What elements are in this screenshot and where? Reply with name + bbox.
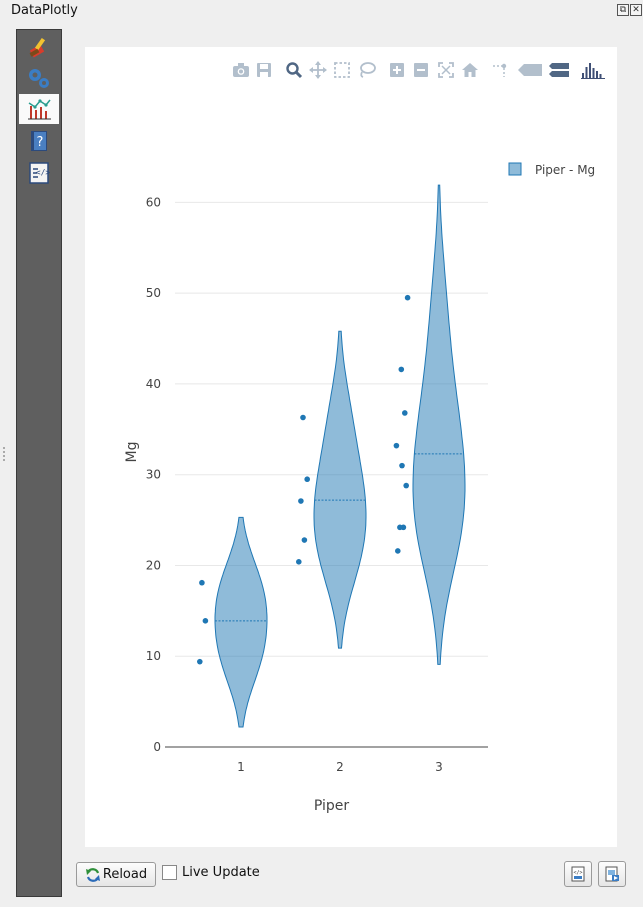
home-icon[interactable] <box>461 61 479 79</box>
export-image-icon <box>605 866 619 882</box>
data-point[interactable] <box>202 618 209 624</box>
lasso-icon[interactable] <box>358 61 376 79</box>
live-update-toggle[interactable]: Live Update <box>162 865 260 880</box>
svg-text:</>: </> <box>573 870 582 876</box>
live-update-label: Live Update <box>182 865 260 880</box>
reload-icon <box>85 867 100 882</box>
window-title: DataPlotly <box>11 3 78 18</box>
help-book-icon: ? <box>31 131 47 151</box>
legend-swatch <box>508 162 522 176</box>
y-tick-label: 10 <box>146 649 161 663</box>
bottom-toolbar: Reload Live Update </> <box>0 855 643 895</box>
sidebar-item-plot[interactable] <box>19 94 59 124</box>
resize-handle[interactable] <box>3 447 7 461</box>
code-icon: </> <box>29 162 51 184</box>
data-point[interactable] <box>398 366 405 373</box>
violin-body[interactable] <box>313 330 367 649</box>
export-html-button[interactable]: </> <box>564 861 592 887</box>
svg-text:</>: </> <box>36 168 51 177</box>
data-point[interactable] <box>197 658 203 665</box>
export-image-button[interactable] <box>598 861 626 887</box>
zoom-icon[interactable] <box>285 61 303 79</box>
y-tick-label: 50 <box>146 286 161 300</box>
close-icon[interactable]: ✕ <box>630 4 642 16</box>
y-tick-label: 30 <box>146 468 161 482</box>
zoom-out-icon[interactable] <box>412 61 430 79</box>
legend-entry[interactable]: Piper - Mg <box>535 163 595 177</box>
box-select-icon[interactable] <box>333 61 351 79</box>
sidebar-item-properties[interactable] <box>19 32 59 62</box>
data-point[interactable] <box>393 442 400 449</box>
autoscale-icon[interactable] <box>437 61 455 79</box>
sidebar-item-settings[interactable] <box>19 63 59 93</box>
data-point[interactable] <box>399 462 405 469</box>
modebar <box>85 47 617 87</box>
hover-compare-icon[interactable] <box>548 61 570 79</box>
data-point[interactable] <box>300 414 306 421</box>
chart-icon <box>28 99 51 120</box>
x-tick-label: 3 <box>435 760 443 774</box>
data-point[interactable] <box>402 410 408 416</box>
plotly-logo-icon[interactable] <box>581 61 605 79</box>
hover-closest-icon[interactable] <box>517 61 543 79</box>
brush-icon <box>29 37 46 58</box>
pan-icon[interactable] <box>309 61 327 79</box>
reload-button[interactable]: Reload <box>76 862 156 887</box>
camera-icon[interactable] <box>232 61 250 79</box>
violin-body[interactable] <box>214 516 268 728</box>
y-tick-label: 60 <box>146 195 161 209</box>
y-tick-label: 40 <box>146 377 161 391</box>
zoom-in-icon[interactable] <box>388 61 406 79</box>
sidebar: ? </> <box>16 29 62 897</box>
save-icon[interactable] <box>255 61 273 79</box>
y-tick-label: 20 <box>146 558 161 572</box>
gears-icon <box>29 69 49 88</box>
data-point[interactable] <box>301 537 308 543</box>
data-point[interactable] <box>397 524 403 531</box>
plot-panel: 0 10 20 30 40 50 60 1 2 3 Piper Mg Piper - Mg <box>85 47 617 847</box>
data-point[interactable] <box>404 294 411 301</box>
data-point[interactable] <box>395 548 401 554</box>
data-point[interactable] <box>298 498 304 504</box>
data-point[interactable] <box>199 579 205 586</box>
data-point[interactable] <box>296 559 302 565</box>
data-point[interactable] <box>304 476 310 483</box>
sidebar-item-help[interactable]: ? <box>19 126 59 156</box>
y-tick-label: 0 <box>153 740 161 754</box>
svg-text:?: ? <box>37 135 44 150</box>
dock-titlebar: DataPlotly ⧉ ✕ <box>0 0 643 24</box>
x-axis-title: Piper <box>314 798 350 814</box>
reload-label: Reload <box>102 867 148 882</box>
export-html-icon: </> <box>571 866 585 882</box>
spike-icon[interactable] <box>491 61 509 79</box>
sidebar-item-code[interactable]: </> <box>19 158 59 188</box>
data-point[interactable] <box>403 482 410 489</box>
x-tick-label: 1 <box>237 760 245 774</box>
violin-chart: 0 10 20 30 40 50 60 1 2 3 Piper Mg Piper - Mg <box>124 162 595 814</box>
violin-body[interactable] <box>412 184 466 665</box>
float-icon[interactable]: ⧉ <box>617 4 629 16</box>
x-tick-label: 2 <box>336 760 344 774</box>
live-update-checkbox[interactable] <box>162 865 177 880</box>
y-axis-title: Mg <box>124 442 140 463</box>
